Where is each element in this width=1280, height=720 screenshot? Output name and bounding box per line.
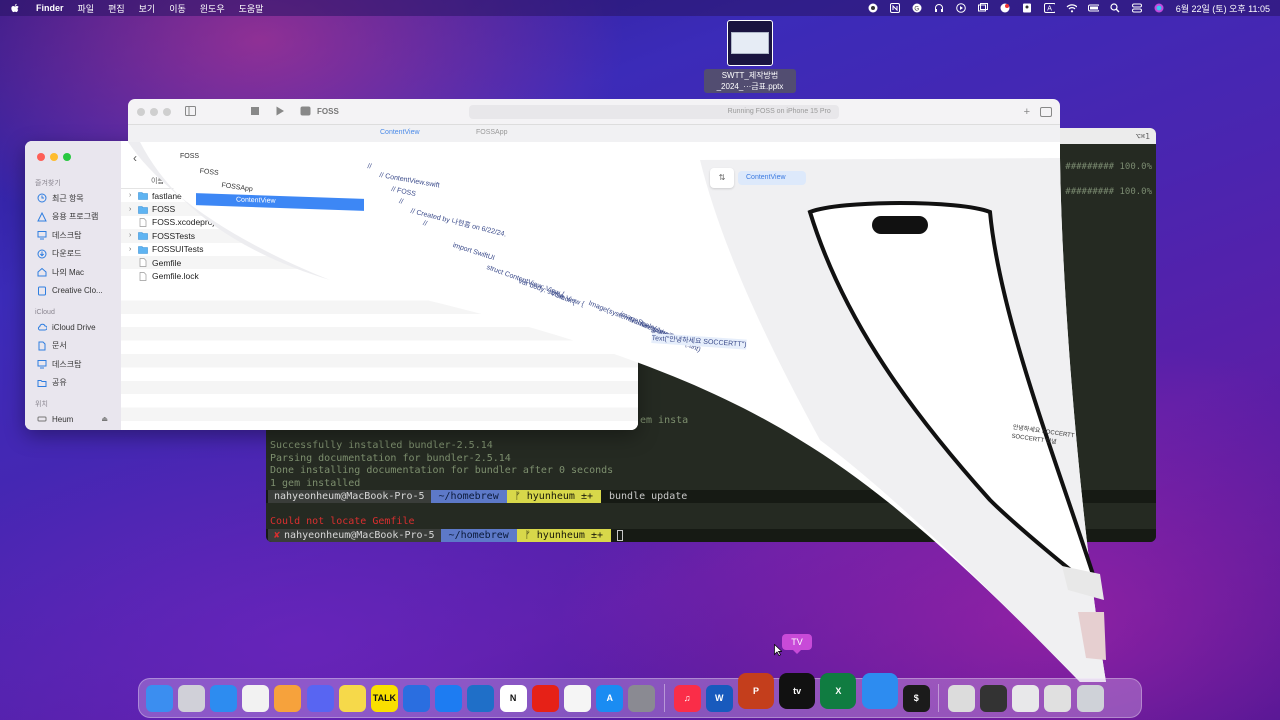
preview-icon[interactable]: [947, 684, 975, 712]
dock-tooltip: TV: [782, 634, 812, 654]
sidebar-toggle-icon[interactable]: [185, 106, 196, 117]
add-icon[interactable]: +: [1024, 106, 1030, 118]
excel-icon[interactable]: X: [820, 673, 857, 709]
vscode-icon[interactable]: [467, 684, 495, 712]
app-scheme-icon[interactable]: [300, 106, 311, 117]
tab-contentview[interactable]: ContentView: [380, 129, 420, 136]
iphone-mirror-icon[interactable]: [980, 684, 1008, 712]
dock-separator: [664, 684, 665, 712]
canvas-tab-contentview[interactable]: ContentView: [738, 171, 806, 185]
screen-icon[interactable]: [1044, 684, 1072, 712]
code-line: //: [367, 163, 372, 171]
run-icon[interactable]: [275, 106, 286, 117]
mouse-pointer-icon: [774, 644, 782, 656]
notes-icon[interactable]: [338, 684, 366, 712]
xcode-cloud-icon[interactable]: [403, 684, 431, 712]
chrome-icon[interactable]: [242, 684, 270, 712]
inspector-toggle-icon[interactable]: [1040, 106, 1052, 117]
canvas-pin-button[interactable]: ⇅: [710, 168, 734, 188]
xcode-toolbar: FOSS Running FOSS on iPhone 15 Pro +: [128, 99, 1060, 125]
xcode-icon[interactable]: [435, 684, 463, 712]
word-icon[interactable]: W: [705, 684, 733, 712]
trash-icon[interactable]: [1076, 684, 1104, 712]
xcode-app-name[interactable]: FOSS: [317, 107, 339, 116]
close-button[interactable]: [137, 107, 145, 116]
xcode-window[interactable]: FOSS Running FOSS on iPhone 15 Pro + Con…: [0, 0, 1280, 720]
launchpad-icon[interactable]: [177, 684, 205, 712]
simulator-icon[interactable]: [861, 673, 898, 709]
system-settings-icon[interactable]: [628, 684, 656, 712]
zoom-button[interactable]: [163, 107, 171, 116]
mail-icon[interactable]: [1012, 684, 1040, 712]
kakaotalk-icon[interactable]: TALK: [370, 684, 398, 712]
dock: TALK N A ♫ W Ptv X $: [138, 673, 1142, 718]
window-controls: [137, 107, 171, 116]
finder-icon[interactable]: [145, 684, 173, 712]
freeform-icon[interactable]: [564, 684, 592, 712]
notion-icon[interactable]: N: [499, 684, 527, 712]
youtube-icon[interactable]: [531, 684, 559, 712]
apple-tv-icon[interactable]: tv: [779, 673, 816, 709]
dock-separator: [938, 684, 940, 712]
music-icon[interactable]: ♫: [673, 684, 701, 712]
xcode-activity-status: Running FOSS on iPhone 15 Pro: [468, 104, 839, 119]
photos-icon[interactable]: [274, 684, 302, 712]
powerpoint-icon[interactable]: P: [737, 673, 774, 709]
dynamic-island: [872, 216, 928, 234]
minimize-button[interactable]: [150, 107, 158, 116]
stop-icon[interactable]: [250, 106, 261, 117]
nav-root-foss[interactable]: FOSS: [180, 153, 199, 160]
discord-icon[interactable]: [306, 684, 334, 712]
terminal-icon[interactable]: $: [902, 684, 930, 712]
safari-icon[interactable]: [209, 684, 237, 712]
app-store-icon[interactable]: A: [596, 684, 624, 712]
tab-fossapp[interactable]: FOSSApp: [476, 129, 508, 136]
